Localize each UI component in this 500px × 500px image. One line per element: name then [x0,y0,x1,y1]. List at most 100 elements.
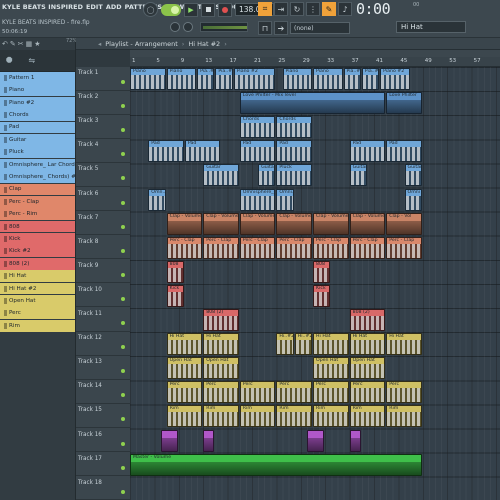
playlist-clip[interactable]: Pad [148,140,184,163]
channel-tools-icon[interactable]: ⇋ [28,56,35,65]
playlist-clip[interactable]: Omni [404,188,422,211]
playlist-clip[interactable]: Hi..#2 [294,333,312,356]
playlist-clip[interactable]: Pluck [276,164,312,187]
step-icon[interactable]: ⯃ [6,56,12,66]
playlist-clip[interactable]: Piano [166,68,197,90]
playlist-clip[interactable]: Piano #2 [233,68,276,90]
playlist-clip[interactable]: Omnisphere_Chords [239,188,276,211]
playlist-clip[interactable]: Guitar [404,164,422,187]
playlist-clip[interactable]: Clap - Vol [386,212,422,235]
playlist-clip[interactable]: 808 (2) [349,309,386,331]
playlist-clip[interactable]: Piano [282,68,312,90]
track-mute-led[interactable] [121,176,125,181]
track-header[interactable]: Track 16 [76,429,130,452]
playlist-clip[interactable]: Pad [386,140,422,163]
playlist-clip[interactable]: Hi..#2 [276,333,294,356]
track-header[interactable]: Track 7 [76,212,130,236]
track-header[interactable]: Track 9 [76,260,130,284]
playlist-clip[interactable]: Piano #2 [380,68,410,90]
cut-icon[interactable]: ✂ [18,40,24,48]
playlist-clip[interactable]: Perc [276,381,312,404]
channel-button[interactable]: Clap [0,183,75,196]
playlist-clip[interactable]: Perc - Clap [203,236,239,259]
track-mute-led[interactable] [121,152,125,157]
track-header[interactable]: Track 14 [76,380,130,404]
track-mute-led[interactable] [121,296,125,301]
playlist-clip[interactable]: Perc [166,381,203,404]
track-mute-led[interactable] [121,272,125,277]
playlist-clip[interactable]: Love Philter [386,92,422,115]
playlist-clip[interactable]: Open Hat [203,357,239,380]
playlist-clip[interactable]: Master - Volume [130,453,422,476]
blend-notes-icon[interactable]: ♪ [338,2,352,16]
playlist-clip[interactable]: Perc - Clap [349,236,386,259]
playlist-menu-icon[interactable]: ◂ [98,40,101,48]
track-header[interactable]: Track 6 [76,188,130,211]
playlist-clip[interactable]: Open Hat [313,357,349,380]
playlist-overview[interactable] [130,50,500,57]
magnet-icon[interactable]: ⊓ [258,21,272,35]
playlist-clip[interactable]: 808 (2) [203,309,239,331]
channel-button[interactable]: Kick [0,233,75,245]
metronome-icon[interactable]: ⌗ [258,2,272,16]
channel-button[interactable]: Rim [0,319,75,332]
channel-button[interactable]: Perc - Rim [0,208,75,221]
playlist-clip[interactable]: Perc [349,381,386,404]
track-mute-led[interactable] [121,200,125,205]
playlist-clip[interactable]: Clap - Volume [239,212,276,235]
track-header[interactable]: Track 1 [76,67,130,91]
playlist-clip[interactable]: Perc - Clap [239,236,276,259]
channel-button[interactable]: Piano [0,84,75,97]
channel-button[interactable]: Omnisphere_ Lar Chords [0,158,75,171]
track-header[interactable]: Track 2 [76,91,130,115]
track-mute-led[interactable] [121,441,125,446]
track-header[interactable]: Track 17 [76,453,130,477]
channel-button[interactable]: Perc [0,307,75,320]
playlist-clip[interactable]: Pia..#2 [343,68,361,90]
channel-button[interactable]: Piano #2 [0,96,75,109]
playlist-clip[interactable]: Pad [184,140,221,163]
star-icon[interactable]: ★ [34,40,40,48]
channel-button[interactable]: Omnisphere_ Chords) #2 [0,171,75,183]
channel-button[interactable]: Hi Hat [0,270,75,283]
playlist-clip[interactable]: Guitar [258,164,276,187]
channel-button[interactable]: Perc - Clap [0,195,75,208]
pencil-icon[interactable]: ✎ [10,40,16,48]
channel-button[interactable]: Guitar [0,133,75,146]
track-header[interactable]: Track 10 [76,284,130,308]
track-mute-led[interactable] [121,80,125,84]
playlist-clip[interactable]: Hi Hat [386,333,422,356]
playlist-clip[interactable]: Piano [313,68,343,90]
channel-button[interactable]: Pluck [0,146,75,159]
playlist-clip[interactable]: Hi Hat [203,333,239,356]
playlist-clip[interactable]: Open Hat [349,357,386,380]
playlist-clip[interactable]: Open Hat [166,357,203,380]
arrangement-grid[interactable]: PianoPianoPia..#2Pia..#2Piano #2PianoPia… [130,67,500,500]
channel-button[interactable]: Kick #2 [0,245,75,258]
playlist-clip[interactable]: Pia..#2 [361,68,380,90]
step-edit-icon[interactable]: ⇥ [274,2,288,16]
undo-icon[interactable]: ↶ [2,40,8,48]
channel-button[interactable]: Open Hat [0,295,75,307]
playlist-clip[interactable]: Omni.. [276,188,294,211]
playlist-clip[interactable]: Kick [166,284,184,307]
playlist-clip[interactable]: Guitar [203,164,239,187]
playlist-clip[interactable]: Hi Hat [349,333,386,356]
menu-item[interactable]: KYLE BEATS INSPIRED [2,3,83,11]
track-mute-led[interactable] [121,248,125,253]
playlist-clip[interactable] [203,429,215,452]
playlist-clip[interactable] [306,429,325,452]
master-pitch-knob[interactable] [183,22,193,32]
playlist-clip[interactable]: Rim [349,405,386,428]
track-mute-led[interactable] [121,104,125,109]
track-header[interactable]: Track 13 [76,356,130,380]
menu-item[interactable]: ADD [106,3,122,11]
playlist-clip[interactable]: Love Philter - Mix level [239,92,386,115]
playlist-clip[interactable] [160,429,178,452]
track-header[interactable]: Track 3 [76,115,130,139]
playlist-clip[interactable]: Rim [276,405,312,428]
playlist-clip[interactable]: Clap - Volume [313,212,349,235]
record-button[interactable] [218,2,232,17]
track-header[interactable]: Track 4 [76,139,130,163]
playlist-clip[interactable]: Perc [239,381,276,404]
